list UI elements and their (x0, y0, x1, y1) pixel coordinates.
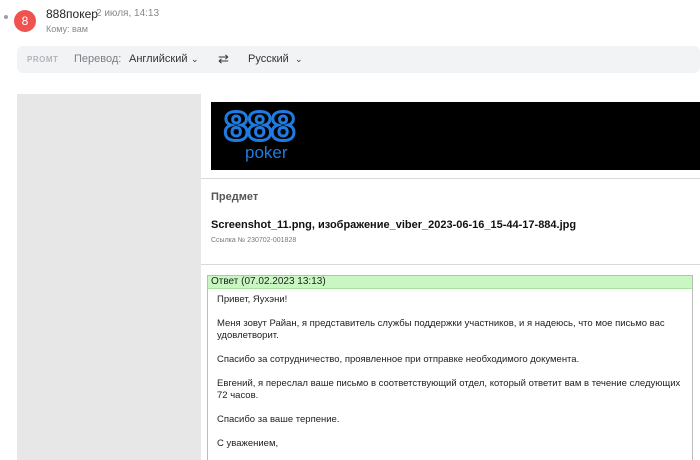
reply-paragraph: Меня зовут Райан, я представитель службы… (217, 318, 665, 341)
reply-paragraph: Привет, Яухэни! (217, 294, 288, 305)
chevron-down-icon[interactable]: ⌄ (295, 54, 303, 65)
divider (201, 178, 700, 179)
reply-body: Привет, Яухэни! Меня зовут Райан, я пред… (208, 289, 692, 460)
promt-logo: PROMT (27, 55, 59, 64)
unread-dot (4, 15, 8, 19)
source-language-select[interactable]: Английский (129, 53, 188, 65)
reply-paragraph: С уважением, (217, 438, 279, 449)
translate-label: Перевод: (74, 53, 122, 65)
recipient-line: Кому: вам (46, 24, 88, 34)
reply-paragraph: Спасибо за ваше терпение. (217, 414, 340, 425)
reply-paragraph: Спасибо за сотрудничество, проявленное п… (217, 354, 580, 365)
reply-header: Ответ (07.02.2023 13:13) (208, 276, 692, 289)
translate-bar: PROMT Перевод: Английский ⌄ ⇄ Русский ⌄ (17, 46, 700, 73)
brand-banner: 888 poker (211, 102, 700, 170)
reply-box: Ответ (07.02.2023 13:13) Привет, Яухэни!… (207, 275, 693, 460)
divider (201, 264, 700, 265)
section-title: Предмет (211, 191, 259, 203)
swap-languages-icon[interactable]: ⇄ (218, 51, 229, 67)
ticket-reference: Ссылка № 230702-001828 (211, 237, 297, 244)
message-date: 2 июля, 14:13 (96, 8, 160, 19)
target-language-select[interactable]: Русский (248, 53, 289, 65)
reply-paragraph: Евгений, я переслал ваше письмо в соотве… (217, 378, 681, 401)
brand-logo-poker: poker (245, 143, 288, 162)
chevron-down-icon[interactable]: ⌄ (191, 54, 199, 65)
left-panel (17, 94, 201, 460)
sender-name[interactable]: 888покер (46, 7, 98, 21)
subject-line: Screenshot_11.png, изображение_viber_202… (211, 219, 577, 231)
avatar[interactable]: 8 (14, 10, 36, 32)
